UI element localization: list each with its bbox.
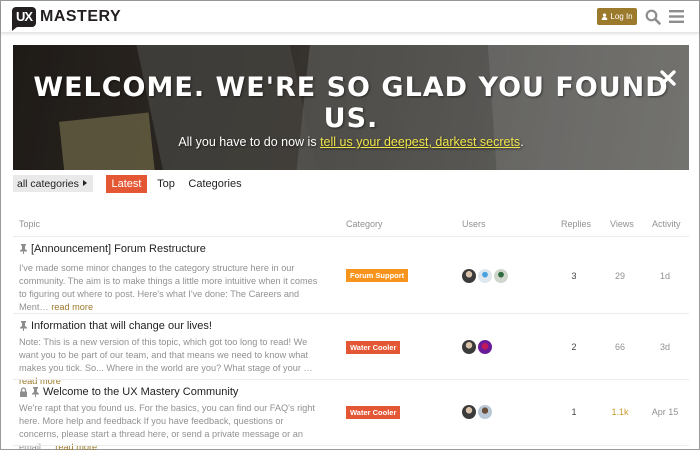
tab-top[interactable]: Top <box>153 175 179 193</box>
activity-time[interactable]: 3d <box>650 342 680 352</box>
avatar[interactable] <box>478 269 492 283</box>
row-divider <box>13 445 689 446</box>
avatar[interactable] <box>462 405 476 419</box>
category-badge[interactable]: Water Cooler <box>346 406 401 419</box>
banner-link-darkest-secrets[interactable]: darkest secrets <box>435 135 520 149</box>
topic-excerpt: I've made some minor changes to the cate… <box>19 262 319 314</box>
read-more-link[interactable]: read more <box>19 376 61 386</box>
topic-excerpt: We're rapt that you found us. For the ba… <box>19 402 319 450</box>
views-count: 66 <box>614 342 625 352</box>
topic-title-link[interactable]: Information that will change our lives! <box>19 320 212 332</box>
column-header-topic[interactable]: Topic <box>19 219 40 229</box>
replies-count: 2 <box>571 342 577 352</box>
activity-time[interactable]: 1d <box>650 271 680 281</box>
read-more-link[interactable]: read more <box>55 442 97 450</box>
caret-right-icon <box>83 180 87 186</box>
user-avatars <box>462 269 508 283</box>
banner-link-deepest[interactable]: tell us your deepest <box>320 135 428 149</box>
avatar[interactable] <box>478 340 492 354</box>
column-header-category: Category <box>346 219 383 229</box>
column-header-views[interactable]: Views <box>610 219 634 229</box>
lock-icon <box>20 387 27 397</box>
close-icon[interactable] <box>659 69 677 87</box>
pin-icon <box>20 244 27 254</box>
welcome-banner: WELCOME. WE'RE SO GLAD YOU FOUND US. All… <box>13 45 689 170</box>
topic-excerpt-text: Note: This is a new version of this topi… <box>19 337 313 373</box>
topic-title-link[interactable]: [Announcement] Forum Restructure <box>19 243 206 255</box>
hamburger-menu-icon[interactable] <box>669 10 684 23</box>
column-header-activity[interactable]: Activity <box>652 219 681 229</box>
column-header-replies[interactable]: Replies <box>561 219 591 229</box>
category-badge[interactable]: Water Cooler <box>346 341 401 354</box>
replies-count: 1 <box>571 407 577 417</box>
user-avatars <box>462 340 492 354</box>
category-dropdown-label: all categories <box>17 177 79 190</box>
avatar[interactable] <box>462 269 476 283</box>
user-icon <box>602 13 608 20</box>
banner-title: WELCOME. WE'RE SO GLAD YOU FOUND US. <box>33 72 669 134</box>
tab-latest[interactable]: Latest <box>106 175 147 193</box>
topic-title-text: Information that will change our lives! <box>31 320 212 332</box>
login-label: Log In <box>610 12 633 21</box>
tab-categories[interactable]: Categories <box>187 175 243 193</box>
header-divider <box>13 236 689 237</box>
views-count: 29 <box>614 271 625 281</box>
topic-excerpt: Note: This is a new version of this topi… <box>19 336 319 388</box>
login-button[interactable]: Log In <box>597 8 637 25</box>
row-divider <box>13 379 689 380</box>
row-divider <box>13 313 689 314</box>
category-badge[interactable]: Forum Support <box>346 269 409 282</box>
ux-mastery-logo[interactable]: UX MASTERY <box>12 7 122 31</box>
banner-subtitle-prefix: All you have to do now is <box>178 135 321 149</box>
topic-title-text: [Announcement] Forum Restructure <box>31 243 206 255</box>
search-icon[interactable] <box>645 9 661 25</box>
replies-count: 3 <box>571 271 577 281</box>
avatar[interactable] <box>494 269 508 283</box>
logo-badge: UX <box>12 7 36 31</box>
user-avatars <box>462 405 492 419</box>
activity-time[interactable]: Apr 15 <box>650 407 680 417</box>
banner-subtitle-suffix: . <box>520 135 524 149</box>
top-header: UX MASTERY Log In <box>1 1 699 33</box>
pin-icon <box>32 387 39 397</box>
column-header-users: Users <box>462 219 486 229</box>
logo-text: MASTERY <box>40 8 122 25</box>
views-count: 1.1k <box>611 407 629 417</box>
read-more-link[interactable]: read more <box>51 302 93 312</box>
avatar[interactable] <box>478 405 492 419</box>
avatar[interactable] <box>462 340 476 354</box>
topic-title-link[interactable]: Welcome to the UX Mastery Community <box>19 386 238 398</box>
pin-icon <box>20 321 27 331</box>
category-dropdown[interactable]: all categories <box>13 175 93 192</box>
topic-title-text: Welcome to the UX Mastery Community <box>43 386 239 398</box>
banner-subtitle: All you have to do now is tell us your d… <box>13 135 689 149</box>
